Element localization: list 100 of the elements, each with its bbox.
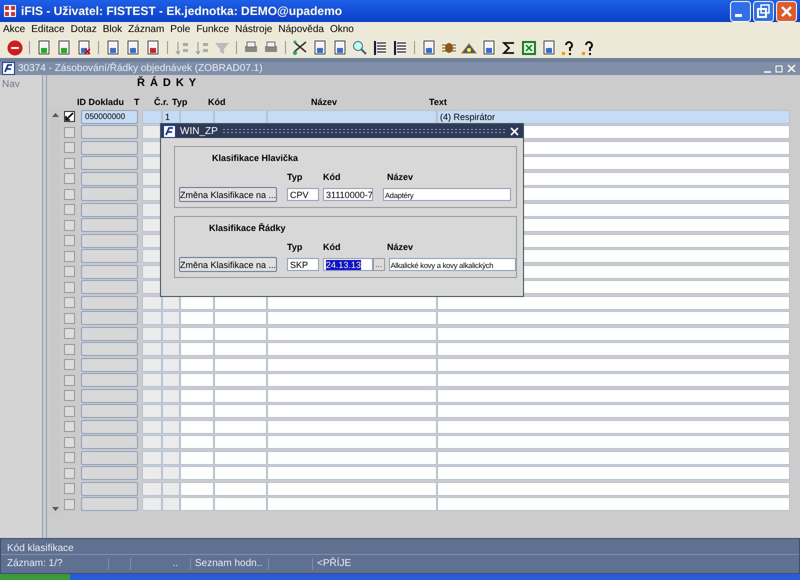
checkbox[interactable]	[64, 220, 75, 231]
checkbox[interactable]	[64, 498, 75, 510]
id-field[interactable]	[81, 202, 138, 217]
id-field[interactable]	[81, 358, 138, 372]
checkbox[interactable]	[64, 344, 75, 355]
close-button[interactable]	[510, 126, 519, 136]
menu-item[interactable]: Editace	[31, 24, 65, 35]
menu-item[interactable]: Blok	[102, 24, 122, 35]
id-field[interactable]	[81, 435, 138, 450]
checkbox[interactable]	[64, 204, 75, 216]
document-add-icon[interactable]	[36, 40, 52, 56]
scroll-down-icon[interactable]	[50, 504, 60, 513]
id-field[interactable]	[81, 234, 138, 248]
status-hint: Kód klasifikace	[7, 543, 74, 554]
document-delete-icon[interactable]	[76, 40, 92, 56]
checkbox[interactable]	[64, 406, 75, 417]
id-field[interactable]	[81, 187, 138, 202]
checkbox[interactable]	[64, 111, 75, 122]
close-button[interactable]	[776, 0, 797, 22]
id-field[interactable]	[81, 404, 138, 418]
id-field[interactable]	[81, 388, 138, 403]
checkbox[interactable]	[64, 359, 75, 370]
lookup-button[interactable]: ...	[372, 258, 385, 271]
checkbox[interactable]	[64, 421, 75, 432]
document-icon[interactable]	[481, 40, 497, 56]
id-field[interactable]	[81, 450, 138, 465]
code-field[interactable]: 24.13.13	[322, 258, 373, 271]
id-field[interactable]	[81, 125, 138, 140]
checkbox[interactable]	[64, 266, 75, 278]
document-icon[interactable]	[105, 40, 121, 56]
id-field[interactable]	[81, 249, 138, 264]
scissors-icon[interactable]	[292, 40, 308, 56]
id-field[interactable]	[81, 264, 138, 279]
checkbox[interactable]	[64, 468, 75, 479]
id-field[interactable]: 050000000	[81, 110, 138, 124]
checkbox[interactable]	[64, 483, 75, 494]
checkbox[interactable]	[64, 173, 75, 184]
sort-icon[interactable]	[194, 40, 210, 56]
id-field[interactable]	[81, 311, 138, 326]
checkbox[interactable]	[64, 312, 75, 324]
stop-icon[interactable]	[7, 40, 23, 56]
id-field[interactable]	[81, 326, 138, 341]
document-icon[interactable]	[145, 40, 161, 56]
change-classification-button[interactable]: Změna Klasifikace na ...	[179, 187, 277, 202]
id-field[interactable]	[81, 420, 138, 434]
id-field[interactable]	[81, 172, 138, 186]
id-field[interactable]	[81, 466, 138, 480]
sort-icon[interactable]	[174, 40, 190, 56]
checkbox[interactable]	[64, 436, 75, 448]
checkbox[interactable]	[64, 374, 75, 386]
checkbox[interactable]	[64, 328, 75, 340]
restore-button[interactable]	[753, 0, 774, 22]
id-field[interactable]	[81, 296, 138, 310]
minimize-button[interactable]	[730, 0, 751, 22]
checkbox[interactable]	[64, 452, 75, 464]
list-icon[interactable]	[372, 40, 388, 56]
table-cell	[214, 404, 267, 418]
id-field[interactable]	[81, 497, 138, 512]
menu-item[interactable]: Akce	[3, 24, 26, 35]
menu-item[interactable]: Nástroje	[235, 24, 272, 35]
checkbox[interactable]	[64, 235, 75, 246]
document-icon[interactable]	[312, 40, 328, 56]
table-cell	[180, 466, 214, 480]
spreadsheet-icon[interactable]	[521, 40, 537, 56]
checkbox[interactable]	[64, 126, 75, 138]
id-field[interactable]	[81, 342, 138, 356]
checkbox[interactable]	[64, 188, 75, 200]
id-field[interactable]	[81, 373, 138, 388]
id-field[interactable]	[81, 218, 138, 232]
document-icon[interactable]	[541, 40, 557, 56]
id-field[interactable]	[81, 140, 138, 155]
type-field[interactable]: SKP	[287, 258, 319, 271]
document-icon[interactable]	[332, 40, 348, 56]
document-icon[interactable]	[421, 40, 437, 56]
checkbox[interactable]	[64, 297, 75, 308]
menu-item[interactable]: Záznam	[128, 24, 164, 35]
document-icon[interactable]	[56, 40, 72, 56]
scroll-up-icon[interactable]	[50, 111, 60, 120]
menu-item[interactable]: Funkce	[196, 24, 230, 35]
document-icon[interactable]	[125, 40, 141, 56]
list-icon[interactable]	[392, 40, 408, 56]
change-classification-button[interactable]: Změna Klasifikace na ...	[179, 257, 277, 272]
id-field[interactable]	[81, 482, 138, 496]
menu-item[interactable]: Pole	[170, 24, 190, 35]
restore-button[interactable]	[775, 64, 784, 73]
id-field[interactable]	[81, 280, 138, 294]
search-icon[interactable]	[352, 40, 368, 56]
checkbox[interactable]	[64, 142, 75, 154]
menu-item[interactable]: Okno	[330, 24, 354, 35]
checkbox[interactable]	[64, 158, 75, 169]
id-field[interactable]	[81, 156, 138, 170]
menu-item[interactable]: Dotaz	[70, 24, 97, 35]
checkbox[interactable]	[64, 250, 75, 262]
table-cell	[214, 373, 267, 388]
sigma-icon[interactable]	[501, 40, 517, 56]
checkbox[interactable]	[64, 390, 75, 402]
menu-item[interactable]: Nápověda	[278, 24, 324, 35]
code-field[interactable]: 31110000-7	[323, 188, 373, 201]
checkbox[interactable]	[64, 282, 75, 293]
type-field[interactable]: CPV	[287, 188, 319, 201]
